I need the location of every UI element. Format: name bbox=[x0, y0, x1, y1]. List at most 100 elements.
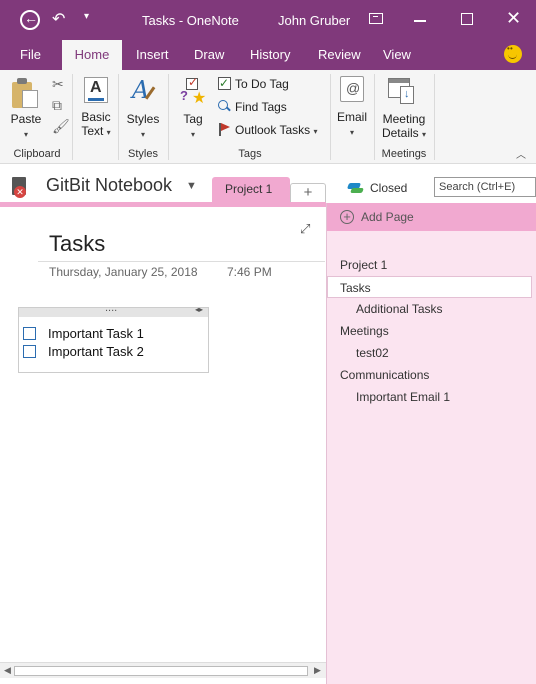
meeting-details-icon[interactable] bbox=[388, 76, 416, 104]
feedback-smiley-icon[interactable] bbox=[504, 44, 522, 63]
expand-icon[interactable]: ⤢ bbox=[300, 221, 310, 237]
group-separator bbox=[330, 74, 331, 160]
email-label: Email bbox=[336, 110, 367, 124]
chevron-down-icon: ▾ bbox=[23, 130, 28, 139]
add-icon: + bbox=[340, 210, 354, 224]
paste-button[interactable]: Paste ▾ bbox=[8, 112, 44, 140]
scroll-left-icon[interactable]: ◀ bbox=[4, 665, 11, 676]
tab-review[interactable]: Review bbox=[312, 40, 367, 70]
notebook-icon[interactable]: ✕ bbox=[12, 177, 26, 198]
paste-icon[interactable] bbox=[12, 78, 38, 108]
task-text[interactable]: Important Task 1 bbox=[48, 326, 144, 341]
meeting-details-button[interactable]: Meeting Details ▾ bbox=[378, 112, 430, 142]
task-text[interactable]: Important Task 2 bbox=[48, 344, 144, 359]
page-item-project-1[interactable]: Project 1 bbox=[340, 254, 387, 276]
cut-icon[interactable]: ✂ bbox=[52, 76, 64, 93]
tag-label: Tag bbox=[183, 112, 203, 126]
note-container-handle[interactable]: .... ◂▸ bbox=[19, 302, 208, 317]
add-page-label: Add Page bbox=[361, 210, 414, 224]
email-page-icon[interactable] bbox=[340, 76, 364, 102]
minimize-icon[interactable] bbox=[414, 20, 426, 22]
tag-button[interactable]: Tag ▾ bbox=[178, 112, 208, 140]
to-do-checkbox[interactable] bbox=[23, 327, 36, 340]
page-date: Thursday, January 25, 2018 bbox=[49, 265, 198, 279]
copy-icon[interactable]: ⧉ bbox=[52, 97, 62, 114]
styles-label: Styles bbox=[126, 112, 160, 126]
group-separator bbox=[168, 74, 169, 160]
page-item-meetings[interactable]: Meetings bbox=[340, 320, 389, 342]
resize-handle-icon[interactable]: ◂▸ bbox=[195, 305, 203, 314]
page-item-communications[interactable]: Communications bbox=[340, 364, 429, 386]
find-tags-button[interactable]: Find Tags bbox=[218, 97, 287, 117]
drag-handle-icon[interactable]: .... bbox=[105, 302, 117, 314]
undo-icon[interactable]: ↶ bbox=[52, 9, 65, 29]
search-input[interactable] bbox=[434, 177, 536, 197]
ribbon: Paste ▾ ✂ ⧉ 🖌 Clipboard Basic Text ▾ A S… bbox=[0, 70, 536, 164]
email-page-button[interactable]: Email ▾ bbox=[334, 110, 370, 138]
list-item[interactable]: Important Task 2 bbox=[23, 344, 144, 362]
group-separator bbox=[374, 74, 375, 160]
tab-draw[interactable]: Draw bbox=[188, 40, 230, 70]
find-tags-label: Find Tags bbox=[235, 100, 287, 114]
horizontal-scrollbar[interactable]: ◀ ▶ bbox=[0, 662, 326, 678]
ribbon-display-options-icon[interactable] bbox=[369, 13, 383, 24]
page-list: + Add Page Project 1 Tasks Additional Ta… bbox=[326, 203, 536, 684]
collapse-ribbon-icon[interactable]: ︿ bbox=[516, 146, 526, 161]
section-tab-project-1[interactable]: Project 1 bbox=[212, 177, 290, 204]
basic-text-button[interactable]: Basic Text ▾ bbox=[78, 110, 114, 140]
add-section-button[interactable]: + bbox=[290, 183, 326, 204]
page-time: 7:46 PM bbox=[227, 265, 272, 279]
scrollbar-thumb[interactable] bbox=[14, 666, 308, 676]
meeting-label-2: Details bbox=[381, 126, 419, 140]
closed-sections-button[interactable]: Closed bbox=[348, 181, 407, 195]
basic-text-label-2: Text bbox=[81, 124, 104, 138]
group-label-clipboard: Clipboard bbox=[13, 148, 61, 160]
note-container[interactable]: .... ◂▸ Important Task 1 Important Task … bbox=[18, 302, 209, 373]
meeting-label-1: Meeting bbox=[382, 112, 426, 126]
group-label-tags: Tags bbox=[238, 148, 262, 160]
group-label-styles: Styles bbox=[128, 148, 158, 160]
close-icon[interactable]: ✕ bbox=[506, 8, 521, 29]
maximize-icon[interactable] bbox=[461, 13, 473, 25]
search-icon bbox=[218, 100, 231, 113]
customize-quick-access-icon[interactable]: ▾ bbox=[84, 11, 89, 22]
outlook-tasks-button[interactable]: Outlook Tasks ▾ bbox=[218, 120, 318, 140]
tab-file[interactable]: File bbox=[14, 40, 47, 70]
closed-label: Closed bbox=[370, 181, 408, 195]
tab-home[interactable]: Home bbox=[62, 40, 122, 70]
paste-label: Paste bbox=[10, 112, 42, 126]
page-title[interactable]: Tasks bbox=[49, 231, 105, 257]
window-title: Tasks - OneNote bbox=[142, 13, 239, 28]
user-name[interactable]: John Gruber bbox=[278, 13, 350, 28]
chevron-down-icon: ▾ bbox=[106, 128, 111, 137]
page-item-test02[interactable]: test02 bbox=[356, 342, 389, 364]
group-separator bbox=[434, 74, 435, 160]
page-item-important-email-1[interactable]: Important Email 1 bbox=[356, 386, 450, 408]
tab-insert[interactable]: Insert bbox=[130, 40, 175, 70]
to-do-tag-button[interactable]: To Do Tag bbox=[218, 73, 289, 94]
page-item-tasks[interactable]: Tasks bbox=[327, 276, 532, 298]
tab-history[interactable]: History bbox=[244, 40, 296, 70]
tab-view[interactable]: View bbox=[377, 40, 417, 70]
add-page-button[interactable]: + Add Page bbox=[327, 203, 536, 231]
format-painter-icon[interactable]: 🖌 bbox=[52, 118, 70, 135]
notebook-name[interactable]: GitBit Notebook bbox=[46, 175, 172, 196]
chevron-down-icon: ▾ bbox=[190, 130, 195, 139]
scroll-right-icon[interactable]: ▶ bbox=[314, 665, 321, 676]
back-icon[interactable] bbox=[20, 10, 40, 30]
checkbox-icon bbox=[218, 73, 231, 93]
list-item[interactable]: Important Task 1 bbox=[23, 326, 144, 344]
page-item-additional-tasks[interactable]: Additional Tasks bbox=[356, 298, 443, 320]
styles-button[interactable]: Styles ▾ bbox=[124, 112, 162, 140]
outlook-tasks-label: Outlook Tasks bbox=[235, 123, 311, 137]
page-canvas[interactable]: ⤢ Tasks Thursday, January 25, 2018 7:46 … bbox=[0, 207, 326, 662]
title-bar: ↶ ▾ Tasks - OneNote John Gruber ✕ bbox=[0, 0, 536, 40]
closed-sections-icon bbox=[348, 183, 364, 193]
tag-icon[interactable]: ?★ bbox=[180, 75, 208, 107]
chevron-down-icon[interactable]: ▼ bbox=[186, 180, 197, 192]
chevron-down-icon: ▾ bbox=[349, 128, 354, 137]
notebook-bar: ✕ GitBit Notebook ▼ Project 1 + Closed bbox=[0, 165, 536, 204]
to-do-checkbox[interactable] bbox=[23, 345, 36, 358]
basic-text-icon[interactable] bbox=[84, 77, 108, 103]
chevron-down-icon: ▾ bbox=[422, 130, 427, 139]
